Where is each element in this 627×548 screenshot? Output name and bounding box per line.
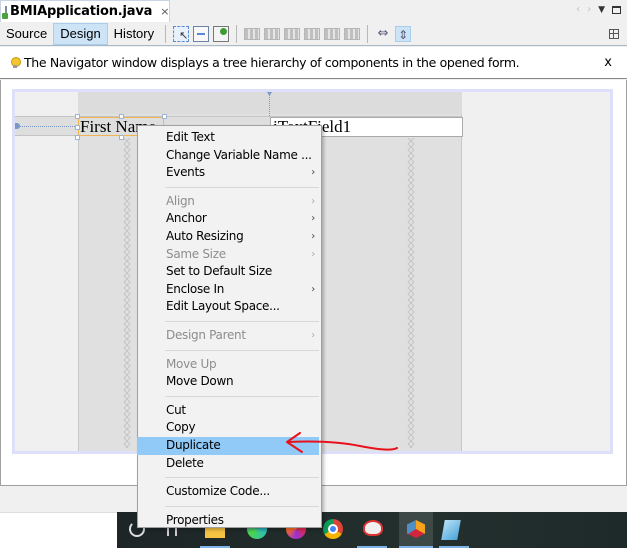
- vertical-resizability-icon[interactable]: ⇕: [395, 25, 412, 42]
- menu-item-cut[interactable]: Cut: [138, 402, 321, 420]
- netbeans-form-editor: BMIApplication.java × ‹ › ▼ Source Desig…: [0, 0, 627, 548]
- menu-separator: [165, 349, 319, 351]
- close-tab-icon[interactable]: ×: [160, 5, 169, 18]
- submenu-arrow-icon: ›: [311, 195, 315, 207]
- menu-item-move-down[interactable]: Move Down: [138, 373, 321, 391]
- hint-bar: The Navigator window displays a tree hie…: [0, 47, 627, 79]
- menu-item-copy[interactable]: Copy: [138, 419, 321, 437]
- preview-design-icon[interactable]: [213, 25, 230, 42]
- java-form-file-icon: [2, 5, 8, 19]
- hint-text: The Navigator window displays a tree hie…: [24, 55, 520, 70]
- menu-item-auto-resizing[interactable]: Auto Resizing ›: [138, 228, 321, 246]
- resize-handle[interactable]: [75, 135, 80, 140]
- netbeans-icon[interactable]: [399, 512, 433, 548]
- menu-item-set-default-size[interactable]: Set to Default Size: [138, 263, 321, 281]
- align-right-icon[interactable]: [264, 27, 281, 40]
- submenu-arrow-icon: ›: [311, 283, 315, 295]
- maximize-window-icon[interactable]: [612, 5, 621, 14]
- view-source-button[interactable]: Source: [0, 23, 53, 45]
- menu-separator: [165, 477, 319, 479]
- editor-tab-title: BMIApplication.java: [10, 4, 153, 19]
- center-vertically-icon[interactable]: [344, 27, 361, 40]
- submenu-arrow-icon: ›: [311, 230, 315, 242]
- editor-tab-bmiapplication[interactable]: BMIApplication.java ×: [0, 0, 170, 22]
- menu-separator: [165, 395, 319, 397]
- menu-item-duplicate[interactable]: Duplicate: [137, 436, 319, 455]
- layout-top-gap: [78, 92, 462, 114]
- resize-handle[interactable]: [75, 114, 80, 119]
- resize-handle[interactable]: [119, 114, 124, 119]
- scroll-tabs-left-icon[interactable]: ‹: [576, 4, 580, 15]
- resize-handle[interactable]: [162, 114, 167, 119]
- show-opened-documents-icon[interactable]: ▼: [598, 5, 605, 15]
- menu-item-anchor[interactable]: Anchor ›: [138, 210, 321, 228]
- view-history-button[interactable]: History: [108, 23, 160, 45]
- menu-separator: [165, 505, 319, 507]
- menu-item-same-size: Same Size ›: [138, 246, 321, 264]
- align-left-icon[interactable]: [244, 27, 261, 40]
- context-menu: Edit Text Change Variable Name ... Event…: [137, 125, 322, 528]
- resize-handle[interactable]: [119, 135, 124, 140]
- taskbar-search-area: [0, 512, 117, 548]
- resize-handle[interactable]: [75, 125, 80, 130]
- horizontal-resizability-icon[interactable]: ⇔: [375, 26, 391, 42]
- connection-mode-icon[interactable]: [193, 25, 210, 42]
- menu-item-design-parent: Design Parent ›: [138, 327, 321, 345]
- menu-item-enclose-in[interactable]: Enclose In ›: [138, 281, 321, 299]
- lightbulb-icon: [11, 56, 21, 69]
- baseline-guide: [17, 126, 77, 127]
- notepad-icon[interactable]: [441, 520, 461, 540]
- submenu-arrow-icon: ›: [311, 167, 315, 179]
- tab-navigation: ‹ › ▼: [576, 4, 621, 15]
- submenu-arrow-icon: ›: [311, 248, 315, 260]
- menu-item-delete[interactable]: Delete: [138, 455, 321, 473]
- menu-separator: [165, 320, 319, 322]
- chrome-icon[interactable]: [323, 519, 343, 539]
- menu-item-customize-code[interactable]: Customize Code...: [138, 483, 321, 501]
- menu-item-properties[interactable]: Properties: [138, 512, 321, 530]
- selection-mode-icon[interactable]: [173, 25, 190, 42]
- align-bottom-icon[interactable]: [324, 27, 341, 40]
- menu-item-edit-layout-space[interactable]: Edit Layout Space...: [138, 298, 321, 316]
- submenu-arrow-icon: ›: [311, 213, 315, 225]
- view-design-button[interactable]: Design: [53, 22, 108, 45]
- menu-item-events[interactable]: Events ›: [138, 164, 321, 182]
- menu-separator: [165, 186, 319, 188]
- center-horizontally-icon[interactable]: [284, 27, 301, 40]
- menu-item-edit-text[interactable]: Edit Text: [138, 129, 321, 147]
- close-hint-button[interactable]: x: [604, 55, 612, 70]
- menu-item-align: Align ›: [138, 193, 321, 211]
- editor-toolbar: Source Design History ⇔ ⇕: [0, 22, 627, 46]
- expand-toolbar-icon[interactable]: [609, 28, 619, 39]
- snipping-tool-icon[interactable]: [363, 520, 383, 536]
- submenu-arrow-icon: ›: [311, 329, 315, 341]
- menu-item-move-up: Move Up: [166, 356, 217, 371]
- resizable-gap-indicator: [407, 138, 415, 448]
- toolbar-separator: [165, 24, 167, 43]
- resizable-gap-indicator: [123, 138, 131, 448]
- editor-tab-bar: BMIApplication.java × ‹ › ▼: [0, 0, 627, 22]
- scroll-tabs-right-icon[interactable]: ›: [587, 4, 591, 15]
- align-top-icon[interactable]: [304, 27, 321, 40]
- toolbar-separator: [236, 24, 238, 43]
- toolbar-separator: [367, 24, 369, 43]
- menu-item-change-variable-name[interactable]: Change Variable Name ...: [138, 147, 321, 165]
